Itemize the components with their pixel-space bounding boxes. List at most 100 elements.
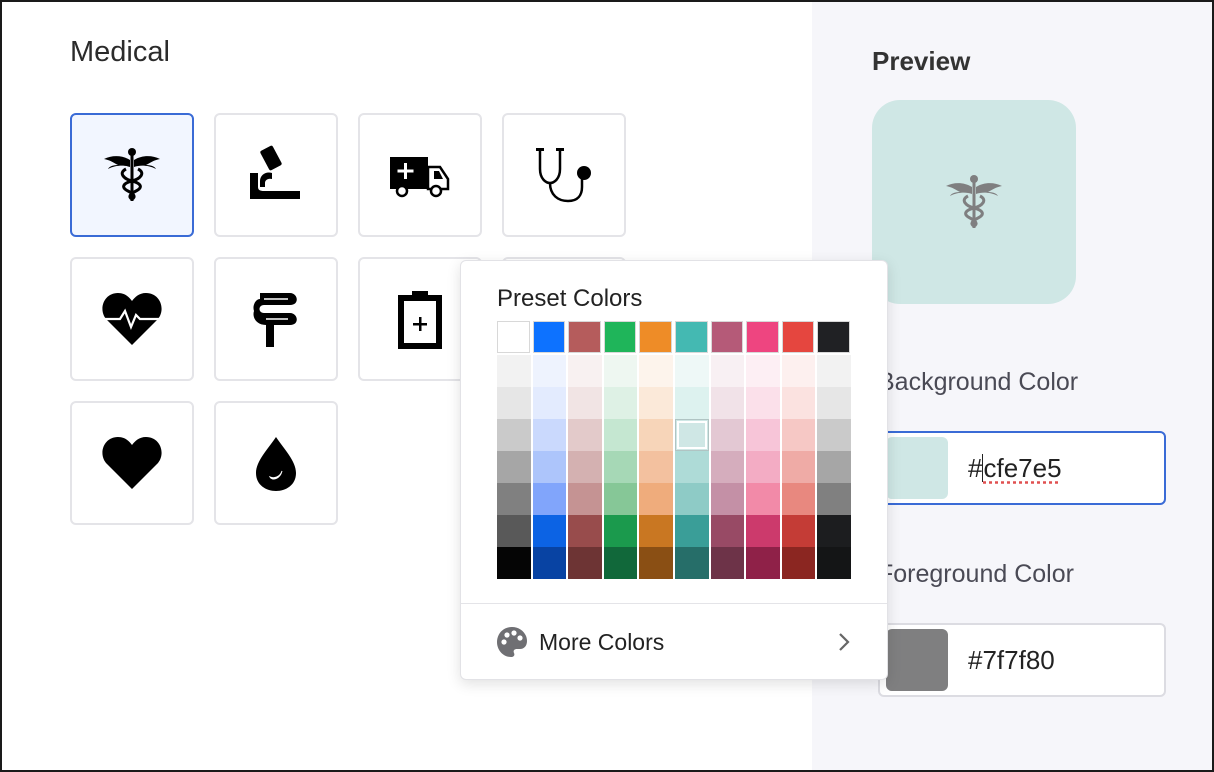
icon-tile-stethoscope[interactable] xyxy=(502,113,626,237)
shade-swatch[interactable] xyxy=(497,547,531,579)
icon-tile-caduceus[interactable] xyxy=(70,113,194,237)
shade-swatch[interactable] xyxy=(710,483,745,515)
shade-swatch[interactable] xyxy=(675,419,709,451)
shade-swatch[interactable] xyxy=(817,419,851,451)
shade-swatch[interactable] xyxy=(781,483,816,515)
foreground-color-swatch[interactable] xyxy=(886,629,948,691)
shade-swatch[interactable] xyxy=(568,387,602,419)
icon-tile-microscope[interactable] xyxy=(214,113,338,237)
preset-swatch[interactable] xyxy=(639,321,672,353)
shade-swatch[interactable] xyxy=(532,515,567,547)
shade-swatch[interactable] xyxy=(639,483,673,515)
preset-swatch[interactable] xyxy=(710,321,744,353)
shade-swatch[interactable] xyxy=(568,483,602,515)
shade-swatch[interactable] xyxy=(532,419,567,451)
shade-swatch[interactable] xyxy=(675,515,709,547)
icon-preview xyxy=(872,100,1076,304)
shade-swatch[interactable] xyxy=(532,547,567,579)
shade-swatch[interactable] xyxy=(817,547,851,579)
shade-swatch[interactable] xyxy=(639,515,673,547)
shade-swatch[interactable] xyxy=(603,483,638,515)
shade-swatch[interactable] xyxy=(603,419,638,451)
shade-swatch[interactable] xyxy=(568,515,602,547)
shade-swatch[interactable] xyxy=(603,451,638,483)
shade-swatch[interactable] xyxy=(497,483,531,515)
shade-swatch[interactable] xyxy=(639,547,673,579)
foreground-color-field[interactable]: #7f7f80 xyxy=(878,623,1166,697)
palette-icon xyxy=(497,627,527,657)
shade-swatch[interactable] xyxy=(710,419,745,451)
shade-swatch[interactable] xyxy=(781,515,816,547)
shade-swatch[interactable] xyxy=(639,451,673,483)
shade-swatch[interactable] xyxy=(817,355,851,387)
shade-swatch[interactable] xyxy=(746,387,780,419)
shade-swatch[interactable] xyxy=(497,515,531,547)
background-color-input[interactable]: #cfe7e5 xyxy=(968,453,1062,484)
icon-tile-intestines[interactable] xyxy=(214,257,338,381)
shade-swatch[interactable] xyxy=(603,547,638,579)
background-color-field[interactable]: #cfe7e5 xyxy=(878,431,1166,505)
shade-swatch[interactable] xyxy=(675,483,709,515)
shade-swatch[interactable] xyxy=(497,355,531,387)
shade-swatch[interactable] xyxy=(817,387,851,419)
shade-swatch[interactable] xyxy=(603,355,638,387)
shade-swatch[interactable] xyxy=(746,451,780,483)
shade-swatch[interactable] xyxy=(639,355,673,387)
shade-swatch[interactable] xyxy=(532,483,567,515)
shade-swatch[interactable] xyxy=(568,451,602,483)
shade-swatch[interactable] xyxy=(675,451,709,483)
background-color-swatch[interactable] xyxy=(886,437,948,499)
preset-swatch[interactable] xyxy=(603,321,637,353)
shade-swatch[interactable] xyxy=(675,355,709,387)
icon-tile-ambulance[interactable] xyxy=(358,113,482,237)
shade-swatch[interactable] xyxy=(532,355,567,387)
preset-swatch[interactable] xyxy=(675,321,708,353)
shade-swatch[interactable] xyxy=(532,451,567,483)
heartbeat-icon xyxy=(102,293,162,345)
foreground-color-input[interactable]: #7f7f80 xyxy=(968,645,1055,676)
preset-swatch[interactable] xyxy=(817,321,850,353)
shade-swatch[interactable] xyxy=(568,547,602,579)
shade-swatch[interactable] xyxy=(710,387,745,419)
shade-swatch[interactable] xyxy=(603,387,638,419)
shade-swatch[interactable] xyxy=(710,451,745,483)
shade-swatch[interactable] xyxy=(746,355,780,387)
shade-swatch[interactable] xyxy=(746,515,780,547)
preset-swatch[interactable] xyxy=(568,321,601,353)
icon-tile-heart[interactable] xyxy=(70,401,194,525)
preset-swatch[interactable] xyxy=(746,321,779,353)
shade-swatch[interactable] xyxy=(675,547,709,579)
shade-swatch[interactable] xyxy=(781,419,816,451)
heart-icon xyxy=(102,437,162,489)
shade-swatch[interactable] xyxy=(497,419,531,451)
shade-swatch[interactable] xyxy=(532,387,567,419)
shade-swatch[interactable] xyxy=(781,387,816,419)
preset-swatch[interactable] xyxy=(532,321,566,353)
shade-swatch[interactable] xyxy=(497,387,531,419)
shade-swatch[interactable] xyxy=(781,355,816,387)
shade-swatch[interactable] xyxy=(710,355,745,387)
shade-swatch[interactable] xyxy=(568,419,602,451)
shade-swatch[interactable] xyxy=(746,547,780,579)
icon-tile-blood-drop[interactable] xyxy=(214,401,338,525)
shade-swatch[interactable] xyxy=(675,387,709,419)
shade-swatch[interactable] xyxy=(603,515,638,547)
shade-swatch[interactable] xyxy=(817,451,851,483)
shade-swatch[interactable] xyxy=(817,515,851,547)
shade-swatch[interactable] xyxy=(746,483,780,515)
preset-swatch[interactable] xyxy=(781,321,815,353)
more-colors-button[interactable]: More Colors xyxy=(461,604,887,680)
blood-drop-icon xyxy=(256,437,296,491)
shade-swatch[interactable] xyxy=(639,387,673,419)
shade-swatch[interactable] xyxy=(710,515,745,547)
shade-swatch[interactable] xyxy=(781,451,816,483)
shade-swatch[interactable] xyxy=(710,547,745,579)
shade-swatch[interactable] xyxy=(568,355,602,387)
icon-tile-heartbeat[interactable] xyxy=(70,257,194,381)
shade-swatch[interactable] xyxy=(817,483,851,515)
preset-swatch[interactable] xyxy=(497,321,530,353)
shade-swatch[interactable] xyxy=(746,419,780,451)
shade-swatch[interactable] xyxy=(781,547,816,579)
shade-swatch[interactable] xyxy=(639,419,673,451)
shade-swatch[interactable] xyxy=(497,451,531,483)
